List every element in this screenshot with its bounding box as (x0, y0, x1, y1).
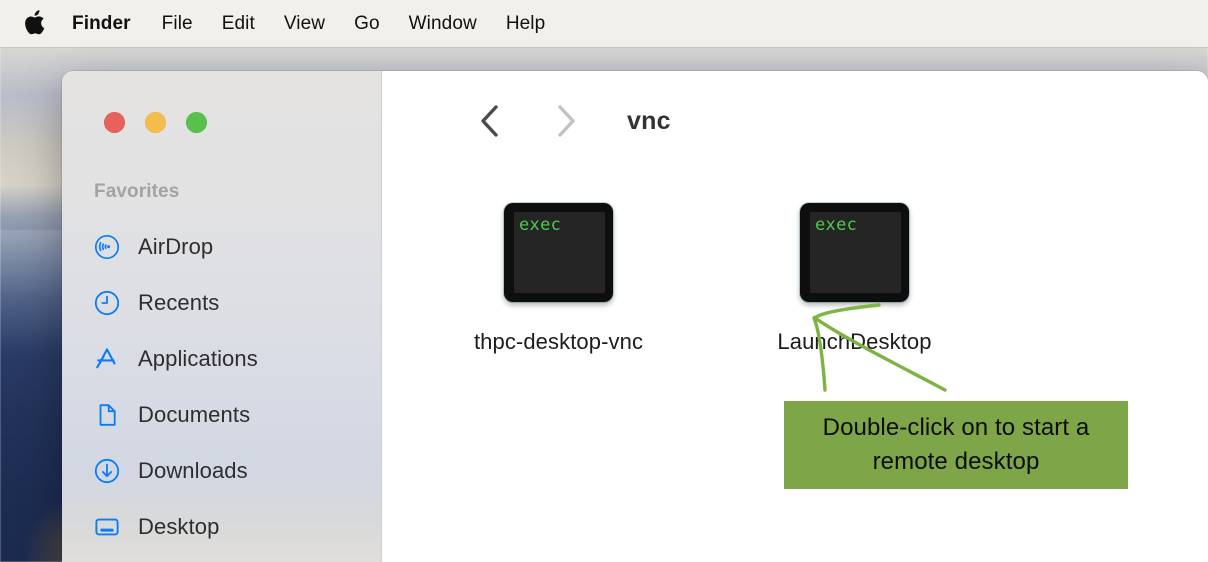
finder-sidebar: Favorites AirDrop Recents Applications D… (62, 71, 382, 562)
exec-file-icon[interactable]: exec (800, 203, 909, 302)
exec-file-icon[interactable]: exec (504, 203, 613, 302)
sidebar-list: AirDrop Recents Applications Documents D… (62, 219, 382, 555)
sidebar-item-label: Downloads (138, 458, 248, 483)
sidebar-item-label: Documents (138, 402, 251, 427)
menu-item-help[interactable]: Help (506, 13, 545, 35)
window-controls (104, 112, 207, 133)
document-icon (94, 402, 120, 428)
sidebar-item-recents[interactable]: Recents (62, 275, 382, 331)
file-item-thpc-desktop-vnc[interactable]: exec thpc-desktop-vnc (451, 203, 666, 355)
sidebar-item-airdrop[interactable]: AirDrop (62, 219, 382, 275)
sidebar-item-documents[interactable]: Documents (62, 387, 382, 443)
chevron-left-icon (481, 105, 498, 137)
file-label: thpc-desktop-vnc (473, 329, 644, 354)
chevron-right-icon (558, 105, 575, 137)
airdrop-icon (94, 234, 120, 260)
menu-item-edit[interactable]: Edit (222, 13, 255, 35)
finder-toolbar: vnc (383, 71, 1208, 171)
maximize-button[interactable] (186, 112, 207, 133)
file-label: LaunchDesktop (777, 329, 932, 354)
menu-item-finder[interactable]: Finder (72, 13, 131, 35)
annotation-line-1: Double-click on to start a (822, 414, 1090, 441)
sidebar-item-label: Recents (138, 290, 220, 315)
menu-item-view[interactable]: View (284, 13, 325, 35)
menu-item-window[interactable]: Window (409, 13, 477, 35)
sidebar-section-favorites: Favorites (94, 181, 180, 202)
close-button[interactable] (104, 112, 125, 133)
apple-logo-icon[interactable] (24, 9, 46, 36)
download-circle-icon (94, 458, 120, 484)
file-grid: exec thpc-desktop-vnc exec LaunchDesktop (451, 203, 962, 355)
screen: Finder File Edit View Go Window Help Fav… (0, 0, 1208, 562)
exec-icon-text: exec (810, 212, 901, 293)
file-item-launchdesktop[interactable]: exec LaunchDesktop (747, 203, 962, 355)
sidebar-item-label: AirDrop (138, 234, 214, 259)
sidebar-item-label: Applications (138, 346, 258, 371)
sidebar-item-label: Desktop (138, 514, 220, 539)
minimize-button[interactable] (145, 112, 166, 133)
applications-icon (94, 346, 120, 372)
back-button[interactable] (473, 100, 507, 142)
annotation-line-2: remote desktop (872, 448, 1040, 475)
menu-bar: Finder File Edit View Go Window Help (0, 0, 1208, 47)
clock-icon (94, 290, 120, 316)
menu-item-file[interactable]: File (162, 13, 193, 35)
desktop-icon (94, 514, 120, 540)
page-title: vnc (627, 106, 671, 135)
menu-item-go[interactable]: Go (354, 13, 380, 35)
annotation-callout: Double-click on to start a remote deskto… (784, 401, 1128, 489)
sidebar-item-desktop[interactable]: Desktop (62, 499, 382, 555)
exec-icon-text: exec (514, 212, 605, 293)
sidebar-item-downloads[interactable]: Downloads (62, 443, 382, 499)
sidebar-item-applications[interactable]: Applications (62, 331, 382, 387)
forward-button[interactable] (549, 100, 583, 142)
